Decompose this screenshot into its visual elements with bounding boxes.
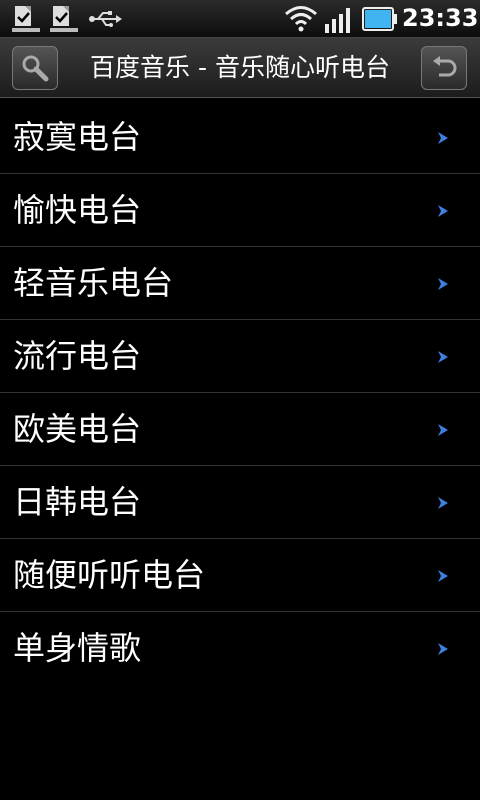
notification-download-icon — [50, 6, 78, 32]
station-label: 随便听听电台 — [13, 556, 206, 594]
chevron-right-icon — [438, 643, 448, 655]
list-item[interactable]: 轻音乐电台 — [0, 247, 480, 320]
back-icon — [433, 56, 457, 77]
chevron-right-icon — [438, 132, 448, 144]
signal-icon — [325, 8, 350, 33]
station-label: 单身情歌 — [13, 629, 142, 667]
battery-icon — [362, 7, 397, 31]
station-label: 日韩电台 — [13, 483, 142, 521]
back-button[interactable] — [421, 46, 467, 90]
chevron-right-icon — [438, 278, 448, 290]
station-label: 愉快电台 — [13, 191, 142, 229]
chevron-right-icon — [438, 205, 448, 217]
station-label: 轻音乐电台 — [13, 264, 174, 302]
chevron-right-icon — [438, 351, 448, 363]
status-bar: 23:33 — [0, 0, 480, 38]
list-item[interactable]: 愉快电台 — [0, 174, 480, 247]
station-label: 欧美电台 — [13, 410, 142, 448]
search-button[interactable] — [12, 46, 58, 90]
usb-icon — [89, 11, 122, 27]
chevron-right-icon — [438, 497, 448, 509]
list-item[interactable]: 随便听听电台 — [0, 539, 480, 612]
wifi-icon — [285, 6, 317, 32]
station-label: 流行电台 — [13, 337, 142, 375]
station-list: 寂寞电台 愉快电台 轻音乐电台 流行电台 欧美电台 日韩电台 随便听听电台 单身… — [0, 101, 480, 685]
title-bar: 百度音乐 - 音乐随心听电台 — [0, 38, 480, 98]
list-item[interactable]: 日韩电台 — [0, 466, 480, 539]
list-item[interactable]: 欧美电台 — [0, 393, 480, 466]
notification-download-icon — [12, 6, 40, 32]
page-title: 百度音乐 - 音乐随心听电台 — [90, 53, 390, 82]
chevron-right-icon — [438, 424, 448, 436]
station-label: 寂寞电台 — [13, 118, 142, 156]
list-item[interactable]: 流行电台 — [0, 320, 480, 393]
list-item[interactable]: 单身情歌 — [0, 612, 480, 685]
list-item[interactable]: 寂寞电台 — [0, 101, 480, 174]
search-icon — [22, 55, 49, 82]
chevron-right-icon — [438, 570, 448, 582]
status-clock: 23:33 — [402, 4, 479, 32]
